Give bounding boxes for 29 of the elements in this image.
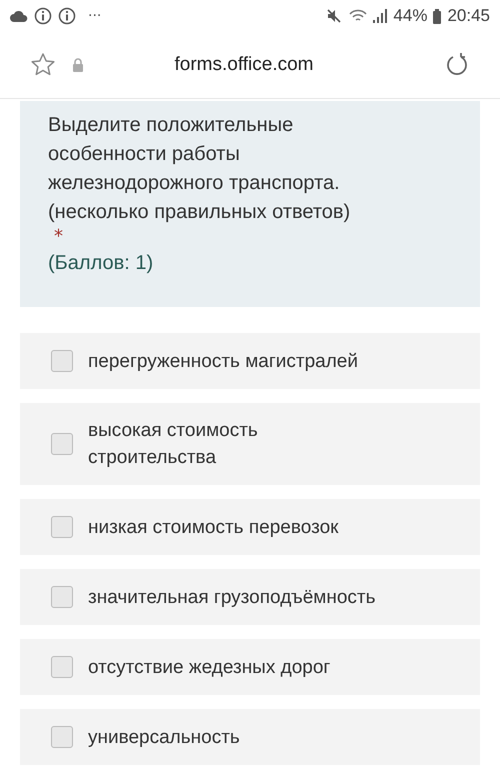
- reload-icon[interactable]: [444, 52, 470, 78]
- cloud-icon: [10, 10, 28, 22]
- points-label: (Баллов: 1): [48, 251, 154, 276]
- checkbox[interactable]: [51, 656, 73, 678]
- info-icon: [58, 7, 76, 25]
- clock: 20:45: [447, 6, 490, 26]
- answer-option[interactable]: низкая стоимость перевозок: [20, 499, 480, 555]
- checkbox[interactable]: [51, 433, 73, 455]
- checkbox[interactable]: [51, 726, 73, 748]
- signal-icon: [373, 9, 388, 23]
- more-indicator: ···: [88, 8, 102, 24]
- info-icon: [34, 7, 52, 25]
- checkbox[interactable]: [51, 350, 73, 372]
- url-text[interactable]: forms.office.com: [84, 54, 404, 76]
- star-icon[interactable]: [30, 52, 56, 78]
- checkbox[interactable]: [51, 516, 73, 538]
- checkbox[interactable]: [51, 586, 73, 608]
- battery-percent: 44%: [393, 6, 428, 26]
- wifi-icon: [349, 9, 368, 23]
- battery-icon: [433, 8, 442, 24]
- answer-option[interactable]: универсальность: [20, 709, 480, 765]
- answer-option[interactable]: значительная грузоподъёмность: [20, 569, 480, 625]
- answer-option[interactable]: высокая стоимость строительства: [20, 403, 480, 485]
- mute-icon: [327, 9, 344, 23]
- question-text: Выделите положительные особенности работы железнодорожного транспорта. (несколько правильных ответов): [48, 113, 352, 225]
- answer-option[interactable]: перегруженность магистралей: [20, 333, 480, 389]
- lock-icon: [72, 58, 84, 72]
- required-mark: *: [54, 227, 64, 247]
- answer-option[interactable]: отсутствие жедезных дорог: [20, 639, 480, 695]
